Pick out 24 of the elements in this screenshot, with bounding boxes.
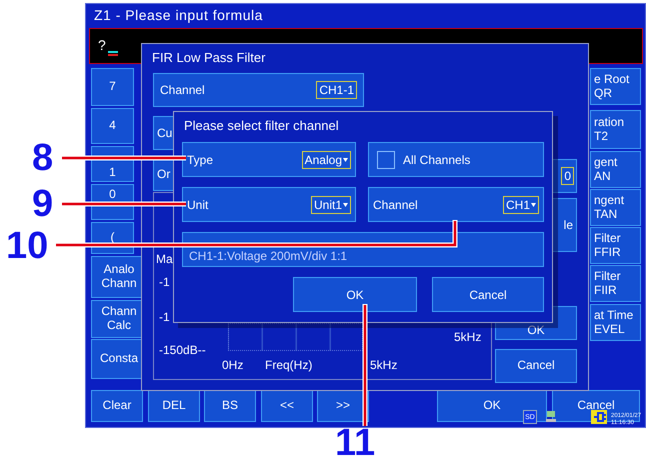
dialog-title: Please select filter channel <box>184 118 339 133</box>
graph-label: Ma <box>156 252 173 266</box>
checkbox-label: All Channels <box>403 152 470 166</box>
callout-number: 9 <box>32 185 54 223</box>
graph-label: 5kHz <box>370 358 398 372</box>
graph-label: 0Hz <box>222 358 244 372</box>
graph-label: Freq(Hz) <box>265 358 312 372</box>
field-label: Channel <box>373 198 418 212</box>
graph-label: -150dB-- <box>159 343 206 357</box>
callout-number: 11 <box>335 424 376 456</box>
graph-label: -1 <box>159 275 170 289</box>
graph-label: -1 <box>159 310 170 324</box>
field-label: Cu <box>157 126 172 140</box>
field-label: Unit <box>187 198 208 212</box>
field-label: Or <box>157 167 170 181</box>
screen-title: Z1 - Please input formula <box>94 7 263 23</box>
field-label: Channel <box>160 83 205 97</box>
callout-number: 8 <box>32 139 54 177</box>
callout-number: 10 <box>6 227 48 265</box>
dialog-title: FIR Low Pass Filter <box>152 50 266 65</box>
input-prompt: ? <box>98 37 106 53</box>
graph-label: 5kHz <box>454 330 482 344</box>
field-label: Type <box>187 152 214 166</box>
button-label: le <box>564 218 573 232</box>
